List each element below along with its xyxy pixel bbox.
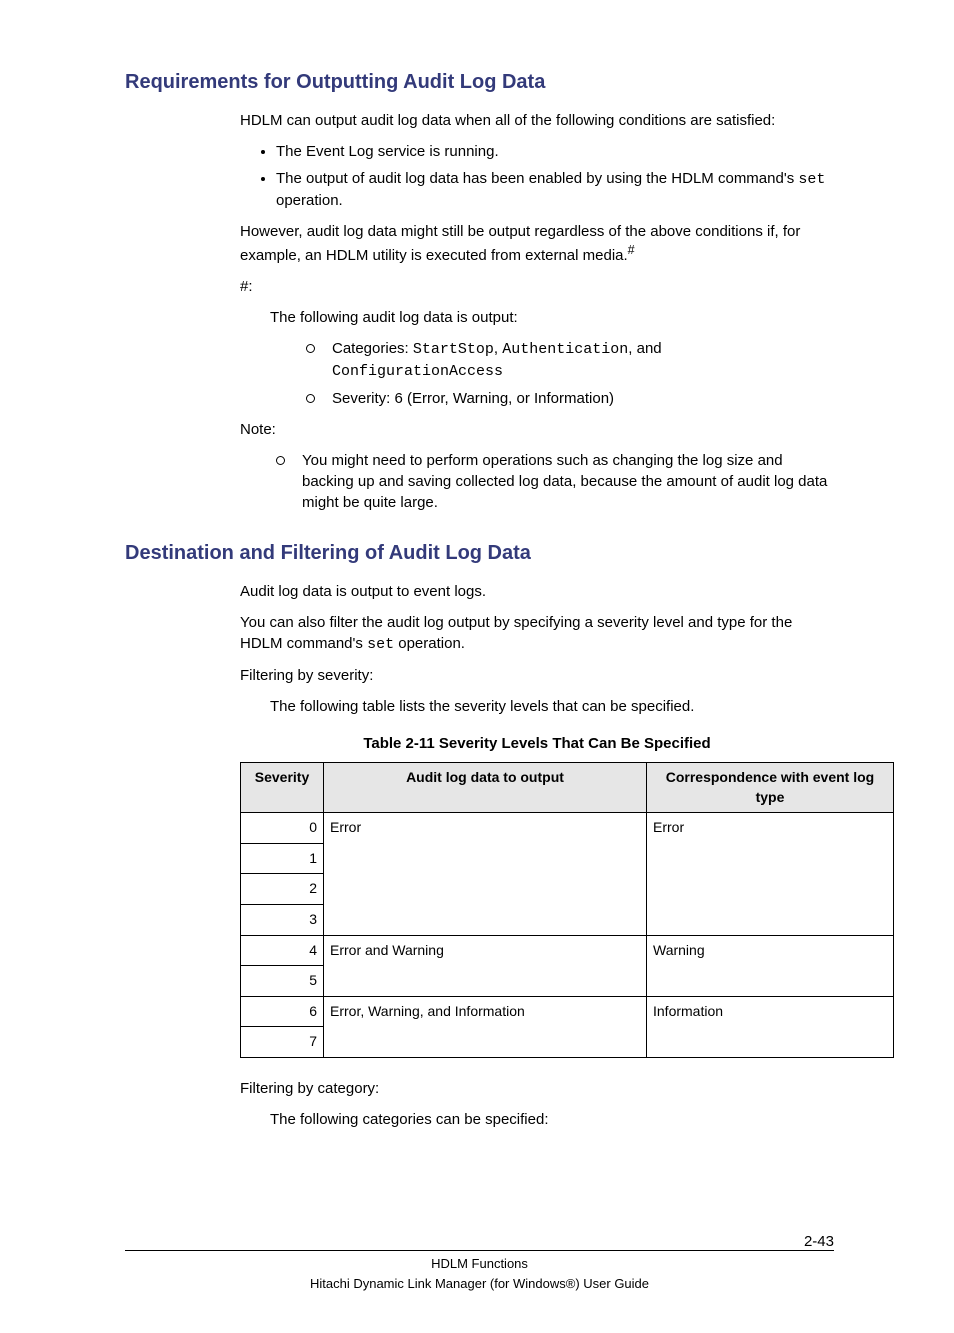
hash-label: #: <box>240 276 834 297</box>
cell-severity: 4 <box>241 935 324 966</box>
section-heading-requirements: Requirements for Outputting Audit Log Da… <box>125 68 884 96</box>
severity-filter-intro: The following table lists the severity l… <box>270 696 834 717</box>
text: However, audit log data might still be o… <box>240 223 800 264</box>
cell-severity: 5 <box>241 966 324 997</box>
hash-superscript: # <box>628 243 635 257</box>
section-heading-destination: Destination and Filtering of Audit Log D… <box>125 539 884 567</box>
cell-output: Error and Warning <box>324 935 647 996</box>
cell-output: Error, Warning, and Information <box>324 996 647 1057</box>
text: operation. <box>394 635 465 652</box>
intro-paragraph: HDLM can output audit log data when all … <box>240 110 834 131</box>
code-configurationaccess: ConfigurationAccess <box>332 363 503 380</box>
cell-severity: 6 <box>241 996 324 1027</box>
page-number: 2-43 <box>804 1231 834 1252</box>
text: , and <box>628 340 661 357</box>
text: The output of audit log data has been en… <box>276 170 798 187</box>
list-item: Categories: StartStop, Authentication, a… <box>306 338 834 382</box>
cell-severity: 2 <box>241 874 324 905</box>
text: operation. <box>276 192 343 209</box>
list-item: The output of audit log data has been en… <box>276 168 834 211</box>
code-set: set <box>367 636 394 653</box>
page-footer: 2-43 HDLM Functions Hitachi Dynamic Link… <box>125 1250 834 1293</box>
list-item: Severity: 6 (Error, Warning, or Informat… <box>306 388 834 409</box>
list-item: You might need to perform operations suc… <box>276 450 834 513</box>
cell-severity: 0 <box>241 813 324 844</box>
category-filter-label: Filtering by category: <box>240 1078 834 1099</box>
hash-list: Categories: StartStop, Authentication, a… <box>270 338 834 409</box>
code-startstop: StartStop <box>413 341 494 358</box>
category-filter-intro: The following categories can be specifie… <box>270 1109 834 1130</box>
cell-severity: 7 <box>241 1027 324 1058</box>
paragraph: You can also filter the audit log output… <box>240 612 834 655</box>
severity-filter-label: Filtering by severity: <box>240 665 834 686</box>
paragraph: Audit log data is output to event logs. <box>240 581 834 602</box>
table-row: 6 Error, Warning, and Information Inform… <box>241 996 894 1027</box>
cell-correspondence: Error <box>647 813 894 935</box>
severity-table: Severity Audit log data to output Corres… <box>240 762 894 1058</box>
cell-correspondence: Warning <box>647 935 894 996</box>
hash-intro: The following audit log data is output: <box>270 307 834 328</box>
footer-section-title: HDLM Functions <box>125 1255 834 1273</box>
cell-severity: 1 <box>241 843 324 874</box>
footer-doc-title: Hitachi Dynamic Link Manager (for Window… <box>125 1275 834 1293</box>
note-list: You might need to perform operations suc… <box>240 450 834 513</box>
col-output: Audit log data to output <box>324 763 647 813</box>
code-authentication: Authentication <box>502 341 628 358</box>
col-severity: Severity <box>241 763 324 813</box>
conditions-list: The Event Log service is running. The ou… <box>240 141 834 211</box>
list-item: The Event Log service is running. <box>276 141 834 162</box>
table-caption: Table 2-11 Severity Levels That Can Be S… <box>240 733 834 754</box>
col-correspondence: Correspondence with event log type <box>647 763 894 813</box>
cell-output: Error <box>324 813 647 935</box>
text: Categories: <box>332 340 413 357</box>
text: You can also filter the audit log output… <box>240 614 792 652</box>
cell-severity: 3 <box>241 904 324 935</box>
table-row: 0 Error Error <box>241 813 894 844</box>
text: , <box>494 340 502 357</box>
however-paragraph: However, audit log data might still be o… <box>240 221 834 266</box>
table-row: 4 Error and Warning Warning <box>241 935 894 966</box>
code-set: set <box>798 171 825 188</box>
note-label: Note: <box>240 419 834 440</box>
cell-correspondence: Information <box>647 996 894 1057</box>
table-header-row: Severity Audit log data to output Corres… <box>241 763 894 813</box>
